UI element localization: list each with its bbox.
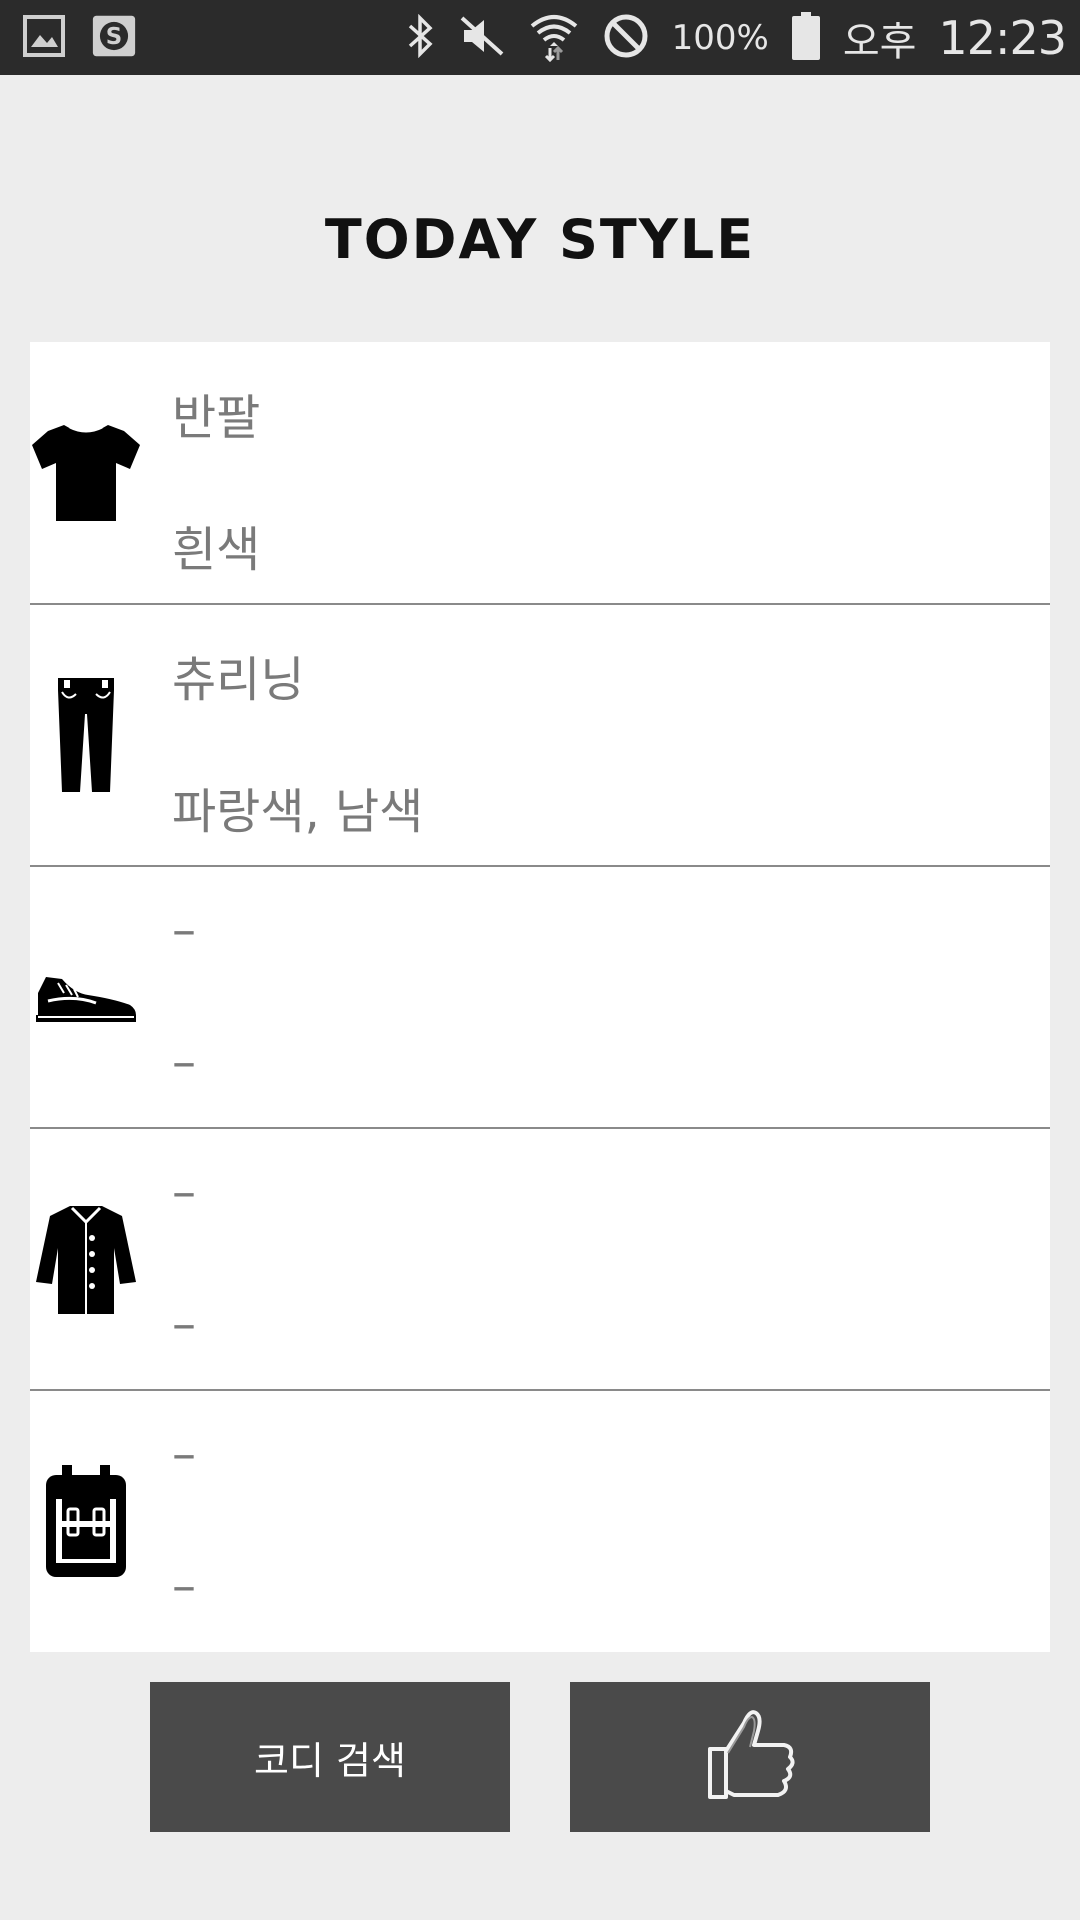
- clock: 12:23: [938, 10, 1067, 65]
- tshirt-icon: [30, 342, 142, 603]
- battery-percent: 100%: [671, 17, 769, 58]
- coat-icon: [30, 1128, 142, 1389]
- item-name: –: [172, 1164, 196, 1220]
- page-title: TODAY STYLE: [324, 208, 756, 271]
- item-name: –: [172, 1426, 196, 1482]
- item-name: 반팔: [172, 390, 261, 446]
- battery-icon: [791, 11, 821, 64]
- gallery-icon: [22, 12, 66, 60]
- mute-icon: [458, 14, 506, 62]
- list-item-top[interactable]: 반팔 흰색: [30, 342, 1050, 605]
- status-bar: S 100% 오후 12:23: [0, 0, 1080, 75]
- list-item-shoes[interactable]: – –: [30, 866, 1050, 1129]
- sneaker-icon: [30, 866, 142, 1127]
- list-item-bottom[interactable]: 츄리닝 파랑색, 남색: [30, 604, 1050, 867]
- item-name: 츄리닝: [172, 652, 305, 708]
- codi-search-button[interactable]: 코디 검색: [150, 1682, 510, 1832]
- item-name: –: [172, 902, 196, 958]
- item-color: 파랑색, 남색: [172, 784, 424, 840]
- pants-icon: [30, 604, 142, 865]
- item-color: –: [172, 1296, 196, 1352]
- item-color: 흰색: [172, 522, 261, 578]
- outfit-list: 반팔 흰색 츄리닝 파랑색, 남색 – – – – – –: [30, 342, 1050, 1652]
- wifi-icon: [528, 10, 580, 66]
- s-app-icon: S: [92, 12, 136, 60]
- like-button[interactable]: [570, 1682, 930, 1832]
- block-icon: [602, 12, 650, 64]
- list-item-bag[interactable]: – –: [30, 1390, 1050, 1651]
- item-color: –: [172, 1034, 196, 1090]
- list-item-outer[interactable]: – –: [30, 1128, 1050, 1391]
- bluetooth-icon: [406, 13, 436, 62]
- thumbs-up-icon: [704, 1705, 796, 1810]
- ampm-label: 오후: [842, 18, 917, 65]
- item-color: –: [172, 1558, 196, 1614]
- svg-text:S: S: [106, 24, 122, 50]
- backpack-icon: [30, 1390, 142, 1651]
